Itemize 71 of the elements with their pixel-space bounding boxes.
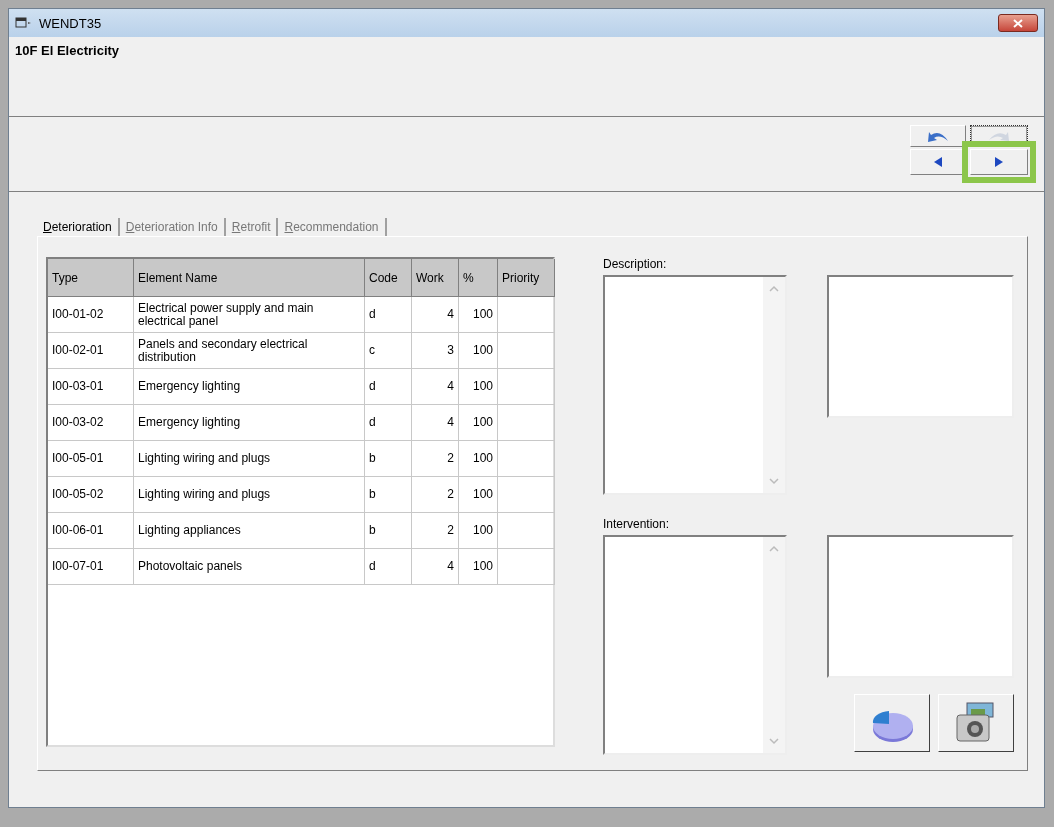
table-cell: b <box>365 477 412 513</box>
table-cell: 4 <box>412 297 459 333</box>
tab[interactable]: Deterioration Info <box>119 218 226 236</box>
tab[interactable]: Recommendation <box>278 218 387 236</box>
table-cell: 2 <box>412 477 459 513</box>
table-cell <box>498 441 555 477</box>
table-cell <box>498 405 555 441</box>
table-cell: d <box>365 297 412 333</box>
table-cell: Electrical power supply and main electrical panel <box>134 297 365 333</box>
column-header[interactable]: Priority <box>498 259 555 297</box>
table-cell <box>498 549 555 585</box>
table-cell: Lighting wiring and plugs <box>134 477 365 513</box>
column-header[interactable]: Type <box>48 259 134 297</box>
table-cell: Emergency lighting <box>134 369 365 405</box>
table-cell: 100 <box>459 297 498 333</box>
table-cell: I00-05-01 <box>48 441 134 477</box>
tab[interactable]: Retrofit <box>225 218 279 236</box>
window-title: WENDT35 <box>39 15 102 31</box>
table-cell: 2 <box>412 441 459 477</box>
table-cell: 100 <box>459 513 498 549</box>
table-cell: 100 <box>459 333 498 369</box>
table-cell: 4 <box>412 549 459 585</box>
table-cell: 100 <box>459 477 498 513</box>
column-header[interactable]: % <box>459 259 498 297</box>
table-cell <box>498 333 555 369</box>
left-triangle-icon <box>933 157 943 167</box>
table-cell: I00-03-02 <box>48 405 134 441</box>
table-cell: Panels and secondary electrical distribution <box>134 333 365 369</box>
table-cell <box>498 297 555 333</box>
table-cell: Emergency lighting <box>134 405 365 441</box>
column-header[interactable]: Work <box>412 259 459 297</box>
table-cell <box>498 369 555 405</box>
table-cell: I00-07-01 <box>48 549 134 585</box>
tab[interactable]: Deterioration <box>37 218 120 236</box>
table-cell: Lighting wiring and plugs <box>134 441 365 477</box>
table-cell: 100 <box>459 441 498 477</box>
table-cell: d <box>365 549 412 585</box>
description-label: Description: <box>603 257 668 273</box>
table-cell: 100 <box>459 405 498 441</box>
table-cell: d <box>365 405 412 441</box>
record-title: 10F El Electricity <box>15 43 121 58</box>
table-cell: 2 <box>412 513 459 549</box>
redo-arrow-icon <box>987 130 1011 142</box>
table-cell: 100 <box>459 369 498 405</box>
right-triangle-icon <box>994 157 1004 167</box>
table-cell: I00-02-01 <box>48 333 134 369</box>
photo-button[interactable] <box>938 694 1014 752</box>
table-cell: 4 <box>412 369 459 405</box>
intervention-label: Intervention: <box>603 517 671 533</box>
table-cell: 100 <box>459 549 498 585</box>
table-cell: b <box>365 441 412 477</box>
chart-button[interactable] <box>854 694 930 752</box>
window-icon <box>15 17 33 29</box>
close-icon <box>1013 18 1023 28</box>
table-cell: c <box>365 333 412 369</box>
table-cell: 4 <box>412 405 459 441</box>
table-cell: I00-03-01 <box>48 369 134 405</box>
table-cell: 3 <box>412 333 459 369</box>
undo-button[interactable] <box>910 125 966 147</box>
column-header[interactable]: Code <box>365 259 412 297</box>
table-cell <box>498 513 555 549</box>
close-button[interactable] <box>998 14 1038 32</box>
table-cell: b <box>365 513 412 549</box>
table-cell: d <box>365 369 412 405</box>
column-header[interactable]: Element Name <box>134 259 365 297</box>
table-cell: I00-05-02 <box>48 477 134 513</box>
table-cell: I00-06-01 <box>48 513 134 549</box>
table-cell: Lighting appliances <box>134 513 365 549</box>
table-cell: I00-01-02 <box>48 297 134 333</box>
table-cell <box>498 477 555 513</box>
table-cell: Photovoltaic panels <box>134 549 365 585</box>
